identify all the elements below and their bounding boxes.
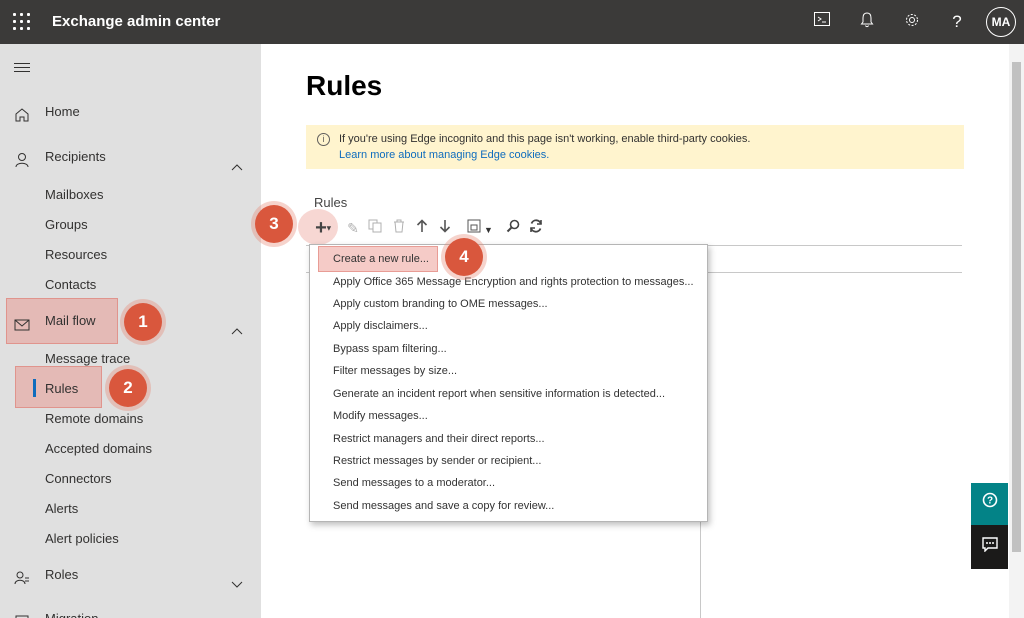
page-scrollbar[interactable] [1009,44,1024,618]
step-badge-2: 2 [109,369,147,407]
sidebar-item-home[interactable]: Home [0,97,261,127]
hamburger-menu-icon[interactable] [14,63,30,73]
sidebar-item-label: Roles [45,567,79,582]
app-title[interactable]: Exchange admin center [52,13,220,30]
chevron-down-icon [231,570,243,588]
shell-icon[interactable] [812,12,832,32]
step-badge-3: 3 [255,205,293,243]
sidebar-item-groups[interactable]: Groups [45,210,88,240]
edit-icon[interactable]: ✎ [345,219,361,237]
help-button[interactable]: ? [971,483,1008,525]
top-bar: Exchange admin center ? MA [0,0,1024,44]
step-badge-4: 4 [445,238,483,276]
gear-icon[interactable] [902,12,922,32]
sidebar-item-recipients[interactable]: Recipients [0,142,261,172]
app-launcher-icon[interactable] [13,13,31,31]
migration-icon [14,611,30,618]
bell-icon[interactable] [857,12,877,32]
menu-item-apply-ome-branding[interactable]: Apply custom branding to OME messages... [333,295,548,313]
sidebar-item-rules[interactable]: Rules [45,374,78,404]
roles-icon [14,567,30,585]
chevron-up-icon [231,152,243,171]
menu-item-apply-disclaimers[interactable]: Apply disclaimers... [333,317,428,335]
export-button[interactable]: ▼ [464,219,496,237]
menu-item-restrict-sender[interactable]: Restrict messages by sender or recipient… [333,452,541,470]
menu-item-incident-report[interactable]: Generate an incident report when sensiti… [333,385,665,403]
sidebar-item-migration[interactable]: Migration [0,604,261,618]
cookie-warning-banner: i If you're using Edge incognito and thi… [306,125,964,169]
person-icon [14,149,30,168]
sidebar-item-mailboxes[interactable]: Mailboxes [45,180,104,210]
sidebar: Home Recipients Mailboxes Groups Resourc… [0,44,261,618]
question-circle-icon: ? [982,492,997,508]
copy-icon[interactable] [367,219,383,237]
menu-item-bypass-spam[interactable]: Bypass spam filtering... [333,340,447,358]
new-rule-menu: Create a new rule... Apply Office 365 Me… [309,244,708,522]
menu-item-modify-messages[interactable]: Modify messages... [333,407,428,425]
sidebar-item-alerts[interactable]: Alerts [45,494,78,524]
banner-link[interactable]: Learn more about managing Edge cookies. [339,149,549,161]
sidebar-item-alert-policies[interactable]: Alert policies [45,524,119,554]
add-button[interactable]: +▾ [309,217,337,239]
section-label: Rules [314,195,348,210]
delete-icon[interactable] [391,219,407,237]
menu-item-save-copy-for-review[interactable]: Send messages and save a copy for review… [333,497,554,515]
sidebar-item-label: Migration [45,604,98,618]
chevron-up-icon [231,316,243,335]
move-down-icon[interactable] [437,219,453,237]
help-icon[interactable]: ? [947,12,967,32]
chevron-down-icon: ▼ [484,225,493,235]
home-icon [14,104,30,122]
avatar[interactable]: MA [986,7,1016,37]
menu-item-send-to-moderator[interactable]: Send messages to a moderator... [333,474,495,492]
refresh-icon[interactable] [528,219,544,237]
feedback-icon [981,537,998,553]
sidebar-item-roles[interactable]: Roles [0,560,261,590]
banner-message: If you're using Edge incognito and this … [339,133,751,145]
info-icon: i [317,133,330,146]
feedback-button[interactable] [971,525,1008,569]
search-icon[interactable] [505,219,521,237]
sidebar-item-resources[interactable]: Resources [45,240,107,270]
sidebar-item-label: Home [45,104,80,119]
move-up-icon[interactable] [414,219,430,237]
svg-text:?: ? [986,496,992,507]
add-icon: + [315,217,327,239]
menu-item-restrict-managers[interactable]: Restrict managers and their direct repor… [333,430,545,448]
sidebar-item-label: Mail flow [45,313,96,328]
export-icon [467,219,481,233]
sidebar-item-contacts[interactable]: Contacts [45,270,96,300]
chevron-down-icon: ▾ [326,223,331,233]
sidebar-item-remote-domains[interactable]: Remote domains [45,404,143,434]
menu-item-filter-by-size[interactable]: Filter messages by size... [333,362,457,380]
sidebar-item-connectors[interactable]: Connectors [45,464,111,494]
sidebar-item-accepted-domains[interactable]: Accepted domains [45,434,152,464]
menu-item-create-new-rule[interactable]: Create a new rule... [333,250,429,268]
sidebar-item-label: Recipients [45,149,106,164]
menu-item-apply-encryption[interactable]: Apply Office 365 Message Encryption and … [333,273,694,291]
scrollbar-thumb[interactable] [1012,62,1021,552]
step-badge-1: 1 [124,303,162,341]
mail-icon [14,313,30,331]
active-indicator [33,379,36,397]
page-title: Rules [306,70,383,101]
